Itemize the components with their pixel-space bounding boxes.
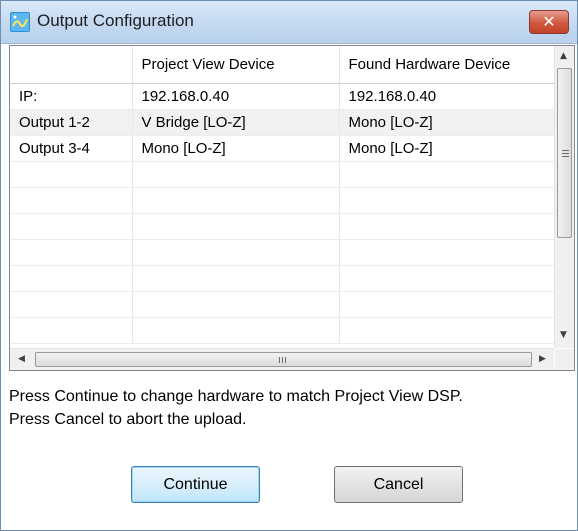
column-header-label[interactable] [10, 46, 133, 84]
title-bar[interactable]: Output Configuration ✕ [1, 1, 577, 44]
table-header-row: Project View Device Found Hardware Devic… [10, 46, 554, 84]
table-row[interactable]: Output 1-2 V Bridge [LO-Z] Mono [LO-Z] [10, 109, 554, 136]
grip-line [279, 357, 280, 363]
scroll-left-arrow-icon[interactable]: ◀ [18, 355, 25, 364]
grip-line [562, 156, 569, 157]
empty-row [10, 291, 554, 318]
instruction-message: Press Continue to change hardware to mat… [9, 385, 463, 431]
close-icon: ✕ [542, 12, 556, 31]
app-icon [10, 12, 30, 32]
project-view-cell: V Bridge [LO-Z] [132, 109, 340, 136]
continue-button[interactable]: Continue [131, 466, 260, 503]
table-row[interactable]: IP: 192.168.0.40 192.168.0.40 [10, 83, 554, 110]
empty-row [10, 187, 554, 214]
output-configuration-dialog: Output Configuration ✕ Project View Devi… [0, 0, 578, 531]
row-label: IP: [10, 83, 133, 110]
device-comparison-grid: Project View Device Found Hardware Devic… [9, 45, 575, 371]
grip-line [282, 357, 283, 363]
vertical-scroll-thumb[interactable] [557, 68, 572, 238]
empty-row [10, 213, 554, 240]
grid-body: Project View Device Found Hardware Devic… [10, 46, 554, 348]
found-hardware-cell: 192.168.0.40 [339, 83, 554, 110]
row-label: Output 1-2 [10, 109, 133, 136]
horizontal-scrollbar[interactable]: ◀ ▶ [10, 348, 554, 370]
scroll-right-arrow-icon[interactable]: ▶ [539, 355, 546, 364]
device-table: Project View Device Found Hardware Devic… [10, 46, 554, 344]
row-label: Output 3-4 [10, 135, 133, 162]
project-view-cell: 192.168.0.40 [132, 83, 340, 110]
message-line-cancel: Press Cancel to abort the upload. [9, 411, 247, 428]
cancel-button[interactable]: Cancel [334, 466, 463, 503]
project-view-cell: Mono [LO-Z] [132, 135, 340, 162]
column-header-found-hardware-device[interactable]: Found Hardware Device [339, 46, 554, 84]
vertical-scrollbar[interactable]: ▲ ▼ [554, 46, 574, 348]
message-line-continue: Press Continue to change hardware to mat… [9, 388, 463, 405]
close-button[interactable]: ✕ [529, 10, 569, 34]
empty-row [10, 317, 554, 344]
found-hardware-cell: Mono [LO-Z] [339, 109, 554, 136]
empty-row [10, 265, 554, 292]
scroll-down-arrow-icon[interactable]: ▼ [560, 331, 567, 340]
found-hardware-cell: Mono [LO-Z] [339, 135, 554, 162]
horizontal-scroll-thumb[interactable] [35, 352, 532, 367]
grip-line [562, 150, 569, 151]
empty-row [10, 161, 554, 188]
table-row[interactable]: Output 3-4 Mono [LO-Z] Mono [LO-Z] [10, 135, 554, 162]
grip-line [285, 357, 286, 363]
empty-row [10, 239, 554, 266]
window-title: Output Configuration [37, 11, 194, 30]
column-header-project-view-device[interactable]: Project View Device [132, 46, 340, 84]
scrollbar-corner [555, 349, 574, 370]
scroll-up-arrow-icon[interactable]: ▲ [560, 52, 567, 61]
grip-line [562, 153, 569, 154]
